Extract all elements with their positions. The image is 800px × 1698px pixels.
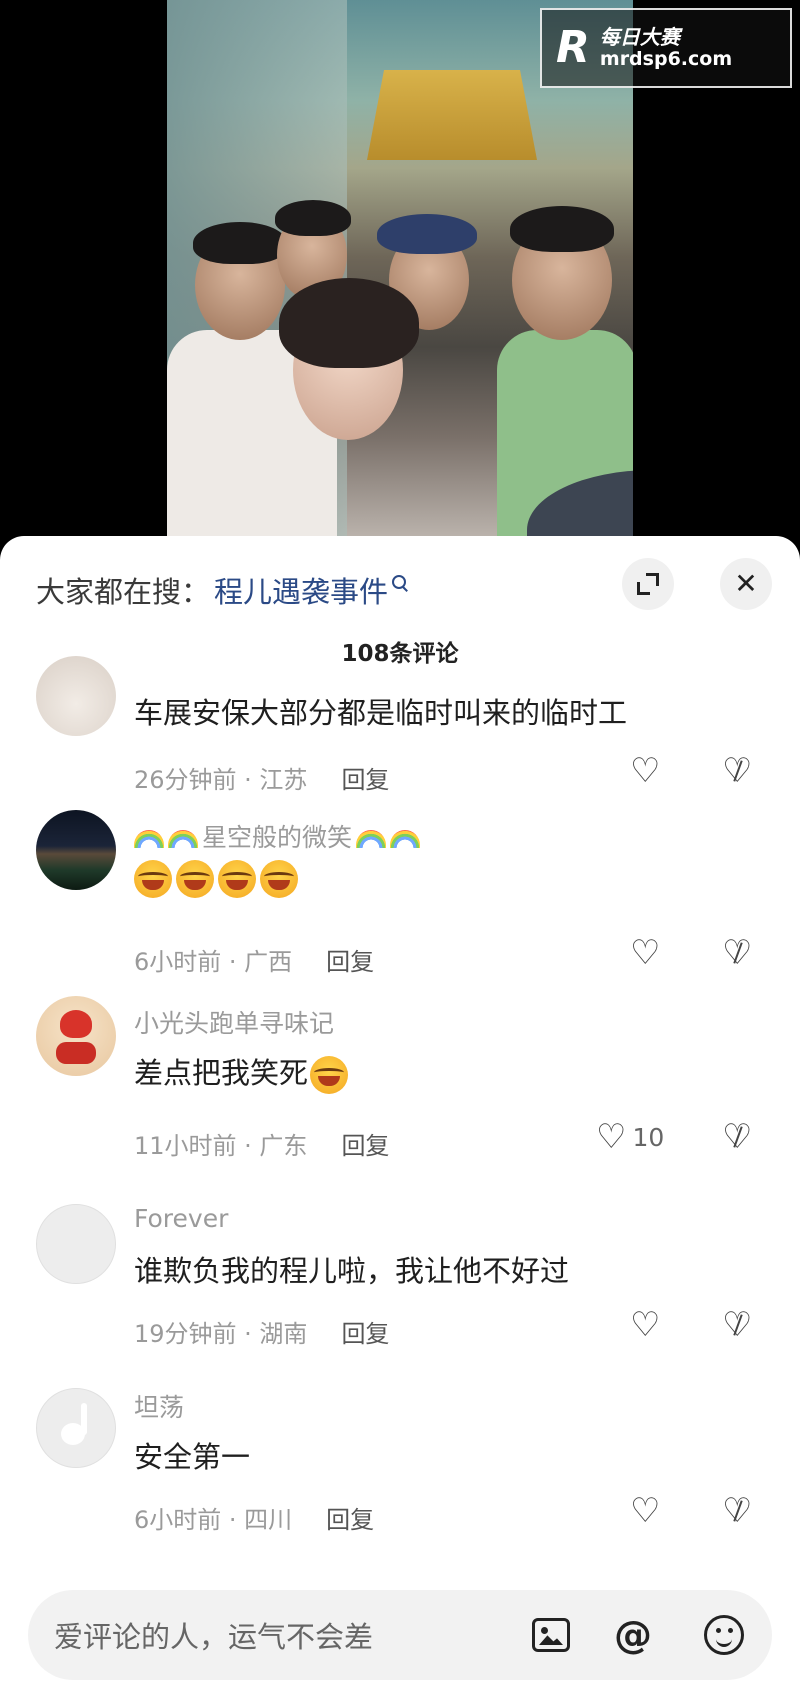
comment-nickname[interactable]: Forever [134, 1204, 228, 1233]
dislike-icon[interactable]: ♡ [722, 1308, 752, 1342]
watermark: R 每日大赛 mrdsp6.com [540, 8, 792, 88]
dislike-icon[interactable]: ♡ [722, 754, 752, 788]
reply-button[interactable]: 回复 [341, 1126, 389, 1161]
at-icon[interactable]: @ [614, 1613, 652, 1657]
comment-time-location: 19分钟前 · 湖南 [134, 1320, 308, 1348]
close-icon: ✕ [734, 567, 758, 600]
reply-button[interactable]: 回复 [341, 1314, 389, 1349]
like-button[interactable]: ♡ [630, 754, 660, 788]
dislike-icon[interactable]: ♡ [722, 1494, 752, 1528]
comment-nickname[interactable]: 星空般的微笑 [202, 823, 352, 852]
comment-nickname[interactable]: 坦荡 [134, 1388, 184, 1424]
like-button[interactable]: ♡ [630, 936, 660, 970]
dislike-icon[interactable]: ♡ [722, 936, 752, 970]
like-button[interactable]: ♡ [630, 1308, 660, 1342]
heart-icon: ♡ [630, 1305, 661, 1345]
rainbow-emoji [168, 830, 198, 848]
comment-time-location: 6小时前 · 广西 [134, 948, 293, 976]
heart-icon: ♡ [596, 1117, 627, 1157]
comment-content: 差点把我笑死 [134, 1050, 352, 1094]
reply-button[interactable]: 回复 [326, 1500, 374, 1535]
heart-icon: ♡ [630, 1491, 661, 1531]
trending-search[interactable]: 大家都在搜： 程儿遇袭事件 [36, 560, 408, 620]
comment-content [134, 860, 302, 898]
comment-count: 108条评论 [341, 641, 459, 667]
dislike-icon[interactable]: ♡ [722, 1120, 752, 1154]
watermark-brand: 每日大赛 [599, 24, 680, 49]
heart-icon: ♡ [630, 933, 661, 973]
comment-time-location: 11小时前 · 广东 [134, 1132, 308, 1160]
like-button[interactable]: ♡ 10 [596, 1120, 664, 1154]
trending-search-term[interactable]: 程儿遇袭事件 [214, 569, 388, 611]
reply-button[interactable]: 回复 [326, 942, 374, 977]
watermark-url: mrdsp6.com [599, 47, 733, 70]
avatar[interactable] [36, 810, 116, 890]
avatar[interactable] [36, 996, 116, 1076]
comment-time-location: 26分钟前 · 江苏 [134, 766, 308, 794]
laughing-emoji [176, 860, 214, 898]
expand-icon [637, 573, 659, 595]
comment-text: 差点把我笑死 [134, 1056, 309, 1090]
comment-time-location: 6小时前 · 四川 [134, 1506, 293, 1534]
trending-search-label: 大家都在搜： [36, 575, 211, 609]
comment-input-placeholder[interactable]: 爱评论的人，运气不会差 [54, 1614, 373, 1656]
close-button[interactable]: ✕ [720, 558, 772, 610]
watermark-logo: R [556, 22, 590, 73]
comment-sheet: 大家都在搜： 程儿遇袭事件 ✕ 108条评论 车展安保大部分都是临时叫来的临时工… [0, 536, 800, 1698]
reply-button[interactable]: 回复 [341, 760, 389, 795]
search-icon [392, 575, 408, 591]
rainbow-emoji [134, 830, 164, 848]
comment-content: 安全第一 [134, 1440, 251, 1474]
smile-icon[interactable] [704, 1615, 744, 1655]
laughing-emoji [218, 860, 256, 898]
like-button[interactable]: ♡ [630, 1494, 660, 1528]
laughing-emoji [260, 860, 298, 898]
comment-input[interactable]: 爱评论的人，运气不会差 @ [28, 1590, 772, 1680]
comment-content: 车展安保大部分都是临时叫来的临时工 [134, 696, 628, 730]
avatar[interactable] [36, 1388, 116, 1468]
avatar[interactable] [36, 1204, 116, 1284]
comment-content: 谁欺负我的程儿啦，我让他不好过 [134, 1254, 570, 1288]
expand-button[interactable] [622, 558, 674, 610]
image-icon[interactable] [532, 1618, 570, 1652]
laughing-emoji [310, 1056, 349, 1094]
video-player[interactable]: R 每日大赛 mrdsp6.com [0, 0, 800, 560]
rainbow-emoji [356, 830, 387, 848]
heart-icon: ♡ [630, 751, 661, 791]
laughing-emoji [134, 860, 172, 898]
like-count: 10 [632, 1122, 665, 1152]
comment-nickname[interactable]: 小光头跑单寻味记 [134, 1004, 334, 1040]
rainbow-emoji [390, 830, 421, 848]
avatar[interactable] [36, 656, 116, 736]
